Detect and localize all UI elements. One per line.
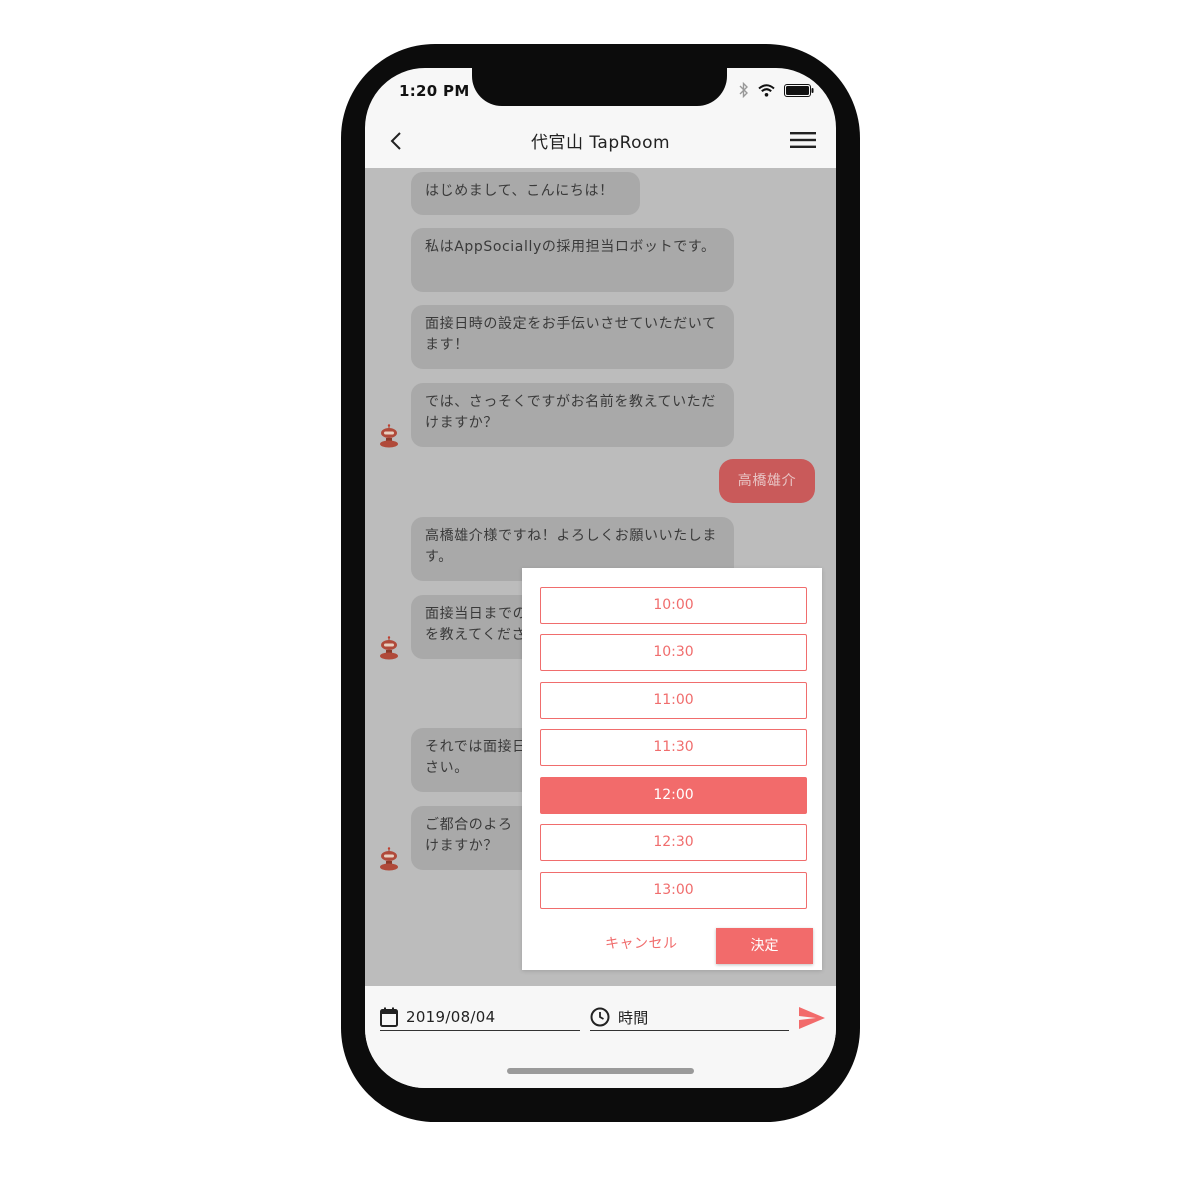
time-slot-1030[interactable]: 10:30 — [540, 634, 807, 671]
bluetooth-icon — [739, 82, 748, 98]
bot-message: では、さっそくですがお名前を教えていただけますか？ — [411, 383, 734, 447]
message-text: 私はAppSociallyの採用担当ロボットです。 — [425, 239, 716, 255]
home-indicator — [507, 1068, 694, 1074]
message-text: 高橋雄介 — [737, 473, 797, 489]
robot-avatar-icon — [380, 847, 398, 871]
time-slot-1300[interactable]: 13:00 — [540, 872, 807, 909]
bot-message: はじめまして、こんにちは！ — [411, 172, 640, 215]
time-slot-1130[interactable]: 11:30 — [540, 729, 807, 766]
app-screen: 1:20 PM 代官山 TapRoom はじめまして、こんにちは！ 私はAppS… — [365, 68, 836, 1088]
confirm-button[interactable]: 決定 — [716, 928, 813, 964]
wifi-icon — [758, 83, 775, 97]
cancel-button[interactable]: キャンセル — [605, 933, 678, 953]
message-text: 面接当日までの — [425, 606, 528, 622]
battery-icon — [784, 83, 814, 97]
nav-bar: 代官山 TapRoom — [365, 114, 836, 168]
input-bar: 2019/08/04 時間 — [365, 986, 836, 1088]
calendar-icon — [380, 1007, 398, 1027]
hamburger-menu-icon[interactable] — [790, 129, 816, 151]
bot-message: 面接日時の設定をお手伝いさせていただいてます！ — [411, 305, 734, 369]
message-text: さい。 — [425, 760, 469, 776]
status-time: 1:20 PM — [399, 82, 470, 100]
message-text: 高橋雄介様ですね！よろしくお願いいたします。 — [425, 528, 717, 565]
send-icon[interactable] — [798, 1006, 826, 1030]
robot-avatar-icon — [380, 424, 398, 448]
time-field[interactable]: 時間 — [590, 1004, 789, 1031]
message-text: はじめまして、こんにちは！ — [425, 183, 614, 199]
message-text: それでは面接日 — [425, 739, 527, 755]
message-text: 面接日時の設定をお手伝いさせていただいてます！ — [425, 316, 717, 353]
date-value: 2019/08/04 — [406, 1008, 496, 1026]
time-slot-1100[interactable]: 11:00 — [540, 682, 807, 719]
message-text: を教えてくださ — [425, 627, 527, 643]
time-slot-1230[interactable]: 12:30 — [540, 824, 807, 861]
time-slot-1000[interactable]: 10:00 — [540, 587, 807, 624]
notch — [472, 68, 727, 106]
message-text: けますか？ — [425, 838, 498, 854]
robot-avatar-icon — [380, 636, 398, 660]
clock-icon — [590, 1007, 610, 1027]
time-placeholder: 時間 — [618, 1008, 649, 1027]
time-slot-1200-selected[interactable]: 12:00 — [540, 777, 807, 814]
page-title: 代官山 TapRoom — [530, 133, 671, 153]
date-field[interactable]: 2019/08/04 — [380, 1004, 580, 1031]
message-text: では、さっそくですがお名前を教えていただけますか？ — [425, 394, 716, 431]
bot-message: 私はAppSociallyの採用担当ロボットです。 — [411, 228, 734, 292]
status-icons — [739, 82, 814, 98]
time-picker-dialog: 10:00 10:30 11:00 11:30 12:00 12:30 13:0… — [522, 568, 822, 970]
user-message: 高橋雄介 — [719, 459, 815, 503]
message-text: ご都合のよろ — [425, 817, 513, 833]
